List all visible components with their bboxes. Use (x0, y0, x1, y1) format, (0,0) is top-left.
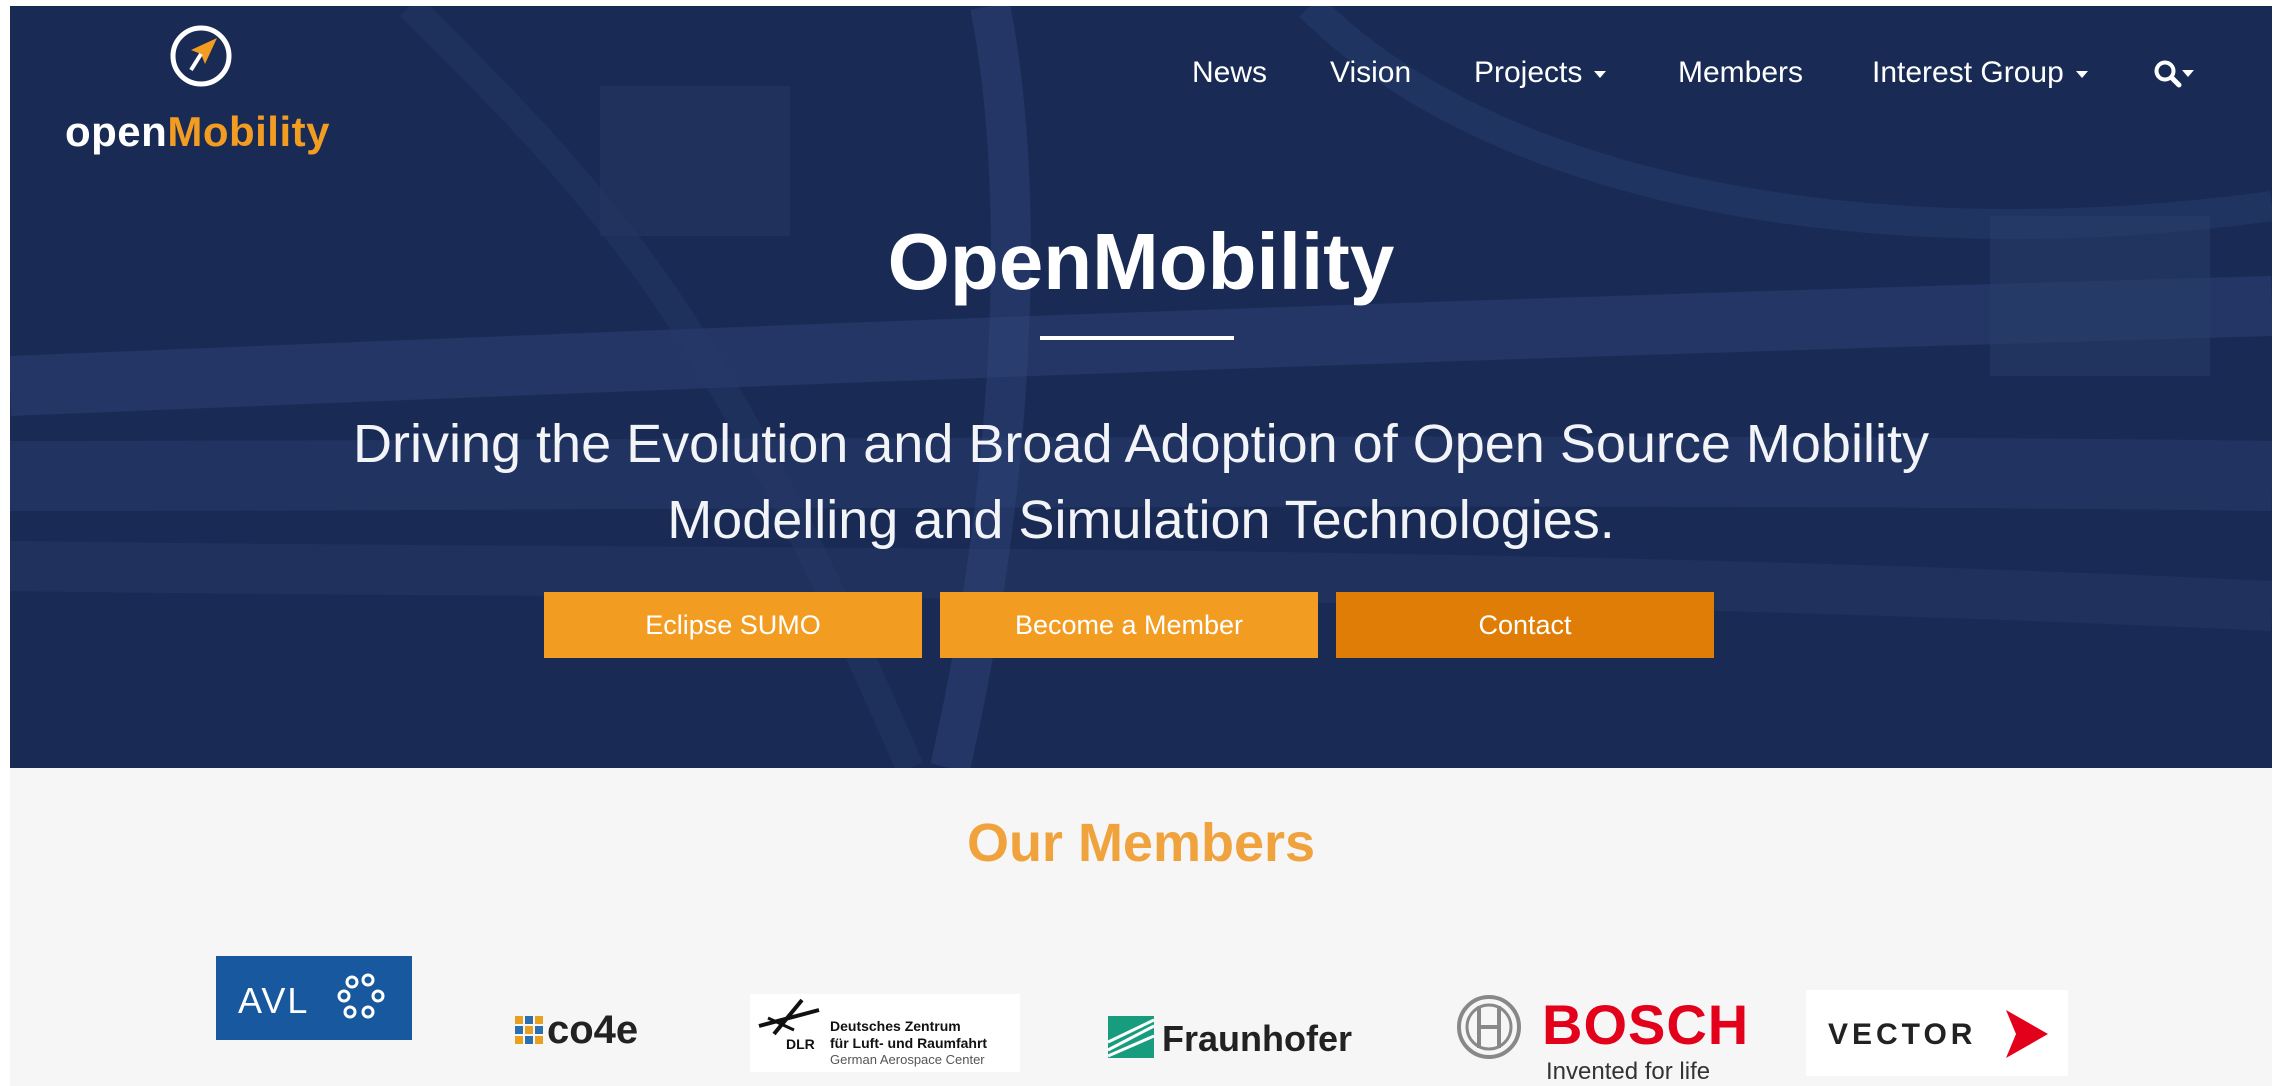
avl-symbol-icon (337, 973, 385, 1019)
nav-item-news[interactable]: News (1192, 56, 1267, 90)
become-member-button[interactable]: Become a Member (940, 592, 1318, 658)
hero-section: openMobility News Vision Projects Member… (10, 6, 2272, 768)
nav-item-vision[interactable]: Vision (1330, 56, 1411, 90)
members-heading: Our Members (966, 813, 1316, 873)
dlr-line2: für Luft- und Raumfahrt (830, 1035, 988, 1051)
nav-item-interest-group-label: Interest Group (1872, 56, 2064, 89)
vector-logo-text: VECTOR (1828, 1018, 1977, 1051)
hero-subtitle-line2: Modelling and Simulation Technologies. (667, 490, 1615, 550)
chevron-down-icon (1594, 70, 1607, 78)
eclipse-sumo-button[interactable]: Eclipse SUMO (544, 592, 922, 658)
logo-wordmark-mobility: Mobility (167, 108, 330, 155)
dlr-emblem-icon (758, 998, 820, 1036)
bosch-logo-text: BOSCH (1542, 993, 1750, 1056)
hero-subtitle-line1: Driving the Evolution and Broad Adoption… (353, 414, 1929, 474)
nav-search-toggle[interactable] (2152, 56, 2212, 96)
hero-subtitle: Driving the Evolution and Broad Adoption… (210, 406, 2072, 558)
member-logo-avl[interactable]: AVL (216, 956, 412, 1040)
member-logo-fraunhofer[interactable]: Fraunhofer (1104, 1012, 1374, 1062)
vector-chevron-icon (2006, 1010, 2048, 1058)
fraunhofer-logo-text: Fraunhofer (1162, 1018, 1353, 1059)
dlr-line1: Deutsches Zentrum (830, 1018, 961, 1034)
co4e-grid-icon (515, 1016, 543, 1044)
main-nav: News Vision Projects Members Interest Gr… (10, 56, 2272, 106)
browser-viewport: openMobility News Vision Projects Member… (10, 6, 2272, 1086)
nav-item-projects-label: Projects (1474, 56, 1583, 89)
nav-item-members[interactable]: Members (1678, 56, 1803, 90)
member-logo-dlr[interactable]: DLR Deutsches Zentrum für Luft- und Raum… (750, 994, 1020, 1072)
member-logo-vector[interactable]: VECTOR (1806, 990, 2068, 1076)
hero-title: OpenMobility (887, 217, 1395, 306)
logo-wordmark-open: open (65, 108, 168, 155)
hero-divider (1040, 336, 1234, 340)
nav-item-projects[interactable]: Projects (1474, 56, 1607, 90)
chevron-down-icon (2182, 70, 2194, 77)
bosch-tagline: Invented for life (1546, 1058, 1711, 1085)
contact-button[interactable]: Contact (1336, 592, 1714, 658)
member-logo-co4e[interactable]: co4e (515, 1008, 665, 1054)
chevron-down-icon (2075, 70, 2088, 78)
fraunhofer-symbol-icon (1108, 1016, 1154, 1058)
dlr-line3: German Aerospace Center (830, 1052, 985, 1067)
search-icon (2154, 60, 2182, 88)
nav-item-interest-group[interactable]: Interest Group (1872, 56, 2088, 90)
dlr-code: DLR (786, 1036, 815, 1052)
co4e-logo-text: co4e (547, 1008, 639, 1052)
avl-logo-text: AVL (238, 980, 310, 1021)
bosch-armature-icon (1457, 995, 1521, 1059)
nav-item-members-label: Members (1678, 56, 1804, 89)
nav-item-news-label: News (1192, 56, 1268, 89)
logo-wordmark: openMobility (65, 108, 330, 156)
nav-item-vision-label: Vision (1330, 56, 1412, 89)
member-logo-bosch[interactable]: BOSCH Invented for life (1452, 986, 1748, 1086)
